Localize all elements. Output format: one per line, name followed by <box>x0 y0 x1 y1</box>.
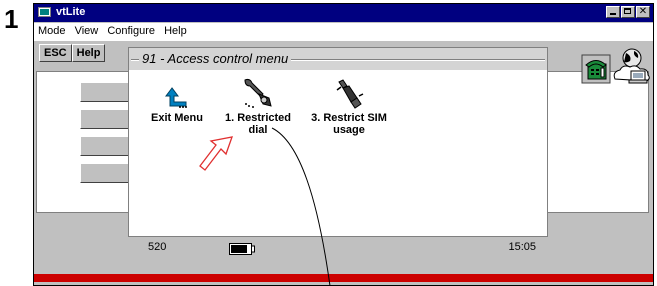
menu-help[interactable]: Help <box>161 23 190 39</box>
menu-option-restricted-dial[interactable]: 1. Restricted dial <box>215 76 301 136</box>
minimize-button[interactable] <box>606 6 620 18</box>
globe-network-icon[interactable] <box>613 47 651 92</box>
soft-key-4[interactable] <box>80 163 130 183</box>
close-button[interactable]: ✕ <box>636 6 650 18</box>
maximize-button[interactable] <box>621 6 635 18</box>
soft-key-2[interactable] <box>80 109 130 129</box>
app-icon[interactable] <box>38 7 51 17</box>
status-bar <box>34 239 653 263</box>
menu-option-exit[interactable]: Exit Menu <box>147 76 207 124</box>
menu-option-label-2: usage <box>333 124 365 136</box>
menu-option-label-2: dial <box>248 124 268 136</box>
red-bar <box>34 274 653 282</box>
menu-mode[interactable]: Mode <box>34 23 69 39</box>
step-number: 1 <box>4 4 19 34</box>
status-number: 520 <box>148 241 167 253</box>
window-title: vtLite <box>56 6 86 18</box>
plug-icon <box>303 76 395 110</box>
menu-option-restrict-sim[interactable]: 3. Restrict SIM usage <box>303 76 395 136</box>
battery-icon <box>229 242 255 260</box>
menu-option-label: 1. Restricted <box>224 112 292 124</box>
title-bar[interactable]: vtLite ✕ <box>34 4 653 22</box>
toolbar: ESC Help <box>39 44 106 62</box>
help-button[interactable]: Help <box>71 44 106 62</box>
wrench-phone-icon <box>215 76 301 110</box>
menu-option-label: Exit Menu <box>151 112 203 124</box>
soft-key-3[interactable] <box>80 136 130 156</box>
popup-title: 91 - Access control menu <box>139 51 292 66</box>
phone-icon[interactable] <box>581 54 611 89</box>
status-time: 15:05 <box>508 241 536 253</box>
access-control-menu: 91 - Access control menu Exit Menu 1. Re… <box>128 47 548 255</box>
menu-configure[interactable]: Configure <box>104 23 158 39</box>
back-arrow-icon <box>147 76 207 110</box>
menu-view[interactable]: View <box>72 23 102 39</box>
esc-button[interactable]: ESC <box>39 44 72 62</box>
soft-key-1[interactable] <box>80 82 130 102</box>
menu-bar: Mode View Configure Help <box>34 23 653 41</box>
popup-header: 91 - Access control menu <box>129 48 547 70</box>
window-controls: ✕ <box>605 6 650 18</box>
menu-option-label: 3. Restrict SIM <box>311 112 387 124</box>
